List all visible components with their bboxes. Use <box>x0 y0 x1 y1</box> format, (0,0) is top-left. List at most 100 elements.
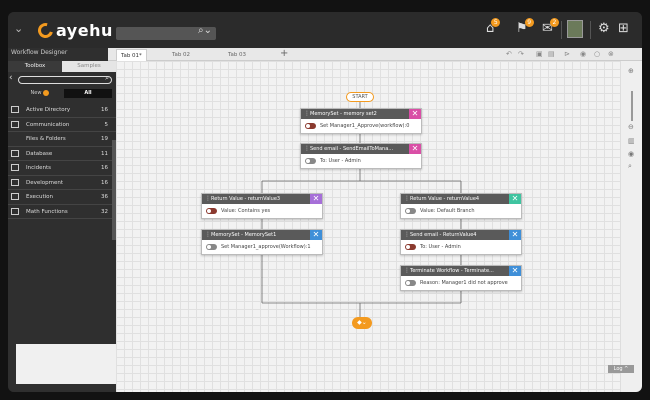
node-toggle[interactable] <box>405 280 416 286</box>
node-text: To: User - Admin <box>320 158 361 164</box>
node-text: Set Manager1_Approve(workflow):0 <box>320 123 410 129</box>
sidebar-item-label: Database <box>26 150 53 157</box>
execution-icon <box>11 193 19 200</box>
start-node[interactable]: START <box>346 92 374 102</box>
close-circle-icon[interactable]: ⊗ <box>608 50 614 59</box>
sidebar-item-execution[interactable]: Execution 36 <box>8 190 116 205</box>
play-icon[interactable]: ⊳ <box>564 50 570 59</box>
workflow-node-return-value3[interactable]: ⋮ Return Value - returnValue3 ✕ Value: C… <box>201 193 323 219</box>
sidebar-item-database[interactable]: Database 11 <box>8 147 116 161</box>
sidebar-item-communication[interactable]: Communication 5 <box>8 118 116 132</box>
tab-bar: Tab 01* Tab 02 Tab 03 + ↶ ↷ ▣ ▤ ⊳ ◉ ○ ⊗ <box>108 48 642 61</box>
sidebar-item-count: 16 <box>101 107 108 113</box>
node-toggle[interactable] <box>206 244 217 250</box>
logo-mark-icon <box>35 19 56 41</box>
close-icon[interactable]: ✕ <box>310 230 322 240</box>
chevron-left-icon[interactable]: ‹ <box>9 73 13 83</box>
close-icon[interactable]: ✕ <box>409 144 421 154</box>
divider <box>561 21 562 39</box>
tab-samples[interactable]: Samples <box>62 61 116 72</box>
sidebar-item-files-folders[interactable]: Files & Folders 19 <box>8 132 116 147</box>
zoom-in-icon[interactable]: ⊕ <box>628 67 634 75</box>
node-toggle[interactable] <box>305 158 316 164</box>
redo-icon[interactable]: ↷ <box>518 50 524 59</box>
filter-all[interactable]: All <box>64 89 112 98</box>
node-text: To: User - Admin <box>420 244 461 250</box>
sidebar-item-label: Math Functions <box>26 208 68 215</box>
tab-toolbox[interactable]: Toolbox <box>8 61 62 72</box>
node-header: ⋮ Send email - SendEmailToMana... ✕ <box>301 144 421 154</box>
node-body: Reason: Manager1 did not approve <box>401 276 521 290</box>
save-icon[interactable]: ▣ <box>536 50 543 59</box>
workflow-node-send-email-return[interactable]: ⋮ Send email - ReturnValue4 ✕ To: User -… <box>400 229 522 255</box>
save-as-icon[interactable]: ▤ <box>548 50 555 59</box>
add-tab-icon[interactable]: + <box>280 48 288 60</box>
workflow-node-memoryset2[interactable]: ⋮ MemorySet - memory set2 ✕ Set Manager1… <box>300 108 422 134</box>
node-body: Value: Contains yes <box>202 204 322 218</box>
node-title: Terminate Workflow - Terminate... <box>410 268 494 274</box>
tag-icon[interactable]: ⌂ 5 <box>486 18 501 36</box>
zoom-slider[interactable] <box>631 91 633 121</box>
node-header: ⋮ Return Value - returnValue3 ✕ <box>202 194 322 204</box>
node-title: MemorySet - memory set2 <box>310 111 377 117</box>
workflow-node-terminate[interactable]: ⋮ Terminate Workflow - Terminate... ✕ Re… <box>400 265 522 291</box>
flag-icon[interactable]: ⚑ 9 <box>516 18 534 36</box>
zoom-out-icon[interactable]: ⊖ <box>628 123 634 131</box>
gear-icon[interactable]: ⚙ <box>598 22 610 36</box>
sidebar-tabs: Toolbox Samples <box>8 61 116 72</box>
global-search-input[interactable]: ⌕⌄ <box>116 25 216 40</box>
notification-badge: 9 <box>524 18 534 27</box>
node-header: ⋮ MemorySet - MemorySet1 ✕ <box>202 230 322 240</box>
tab-02[interactable]: Tab 02 <box>168 49 194 61</box>
sidebar-item-count: 32 <box>101 208 108 215</box>
node-body: Set Manager1_approve(Workflow):1 <box>202 240 322 254</box>
stop-icon[interactable]: ○ <box>594 50 600 59</box>
log-button[interactable]: Log ^ <box>608 365 634 373</box>
end-node-icon: ◆⌄ <box>357 319 367 326</box>
workflow-canvas[interactable]: START ⋮ MemorySet - memory set2 ✕ Set Ma… <box>116 61 620 392</box>
toolbox-category-list: Active Directory 16 Communication 5 File… <box>8 103 116 219</box>
sidebar-title: Workflow Designer <box>11 49 68 56</box>
node-toggle[interactable] <box>206 208 217 214</box>
fit-screen-icon[interactable]: ▥ <box>628 137 635 145</box>
workflow-node-send-email-manager[interactable]: ⋮ Send email - SendEmailToMana... ✕ To: … <box>300 143 422 169</box>
node-title: Return Value - returnValue4 <box>410 196 480 202</box>
close-icon[interactable]: ✕ <box>509 194 521 204</box>
node-toggle[interactable] <box>405 208 416 214</box>
avatar[interactable] <box>567 20 583 38</box>
grid-icon[interactable]: ⊞ <box>618 22 629 36</box>
node-toggle[interactable] <box>305 123 316 129</box>
sidebar-item-label: Files & Folders <box>26 136 66 142</box>
workflow-node-return-value4[interactable]: ⋮ Return Value - returnValue4 ✕ Value: D… <box>400 193 522 219</box>
node-text: Reason: Manager1 did not approve <box>420 280 508 286</box>
calculator-icon <box>11 207 19 215</box>
chevron-down-icon[interactable]: ⌄ <box>14 22 23 35</box>
eye-icon[interactable]: ◉ <box>628 150 634 158</box>
database-icon <box>11 149 19 157</box>
toolbox-search-input[interactable]: ⌕ <box>18 74 112 84</box>
filter-pills: New All <box>16 89 112 98</box>
record-icon[interactable]: ◉ <box>580 50 586 59</box>
undo-icon[interactable]: ↶ <box>506 50 512 59</box>
logo-text: ayehu <box>56 20 113 40</box>
sidebar-item-incidents[interactable]: Incidents 16 <box>8 161 116 176</box>
sidebar-footer-panel <box>16 344 116 384</box>
sidebar-item-active-directory[interactable]: Active Directory 16 <box>8 103 116 118</box>
mail-icon[interactable]: ✉ 2 <box>542 18 559 36</box>
close-icon[interactable]: ✕ <box>509 266 521 276</box>
tab-01[interactable]: Tab 01* <box>116 49 147 61</box>
filter-new[interactable]: New <box>16 89 64 98</box>
close-icon[interactable]: ✕ <box>310 194 322 204</box>
sidebar-item-count: 36 <box>101 194 108 200</box>
tab-03[interactable]: Tab 03 <box>224 49 250 61</box>
workflow-node-memoryset1[interactable]: ⋮ MemorySet - MemorySet1 ✕ Set Manager1_… <box>201 229 323 255</box>
node-title: Return Value - returnValue3 <box>211 196 281 202</box>
end-node[interactable]: ◆⌄ <box>352 317 372 329</box>
node-toggle[interactable] <box>405 244 416 250</box>
search-icon[interactable]: ⌕ <box>628 162 632 171</box>
sidebar-item-development[interactable]: Development 16 <box>8 176 116 190</box>
close-icon[interactable]: ✕ <box>409 109 421 119</box>
sidebar-item-math-functions[interactable]: Math Functions 32 <box>8 205 116 219</box>
sidebar-item-count: 16 <box>101 165 108 171</box>
close-icon[interactable]: ✕ <box>509 230 521 240</box>
